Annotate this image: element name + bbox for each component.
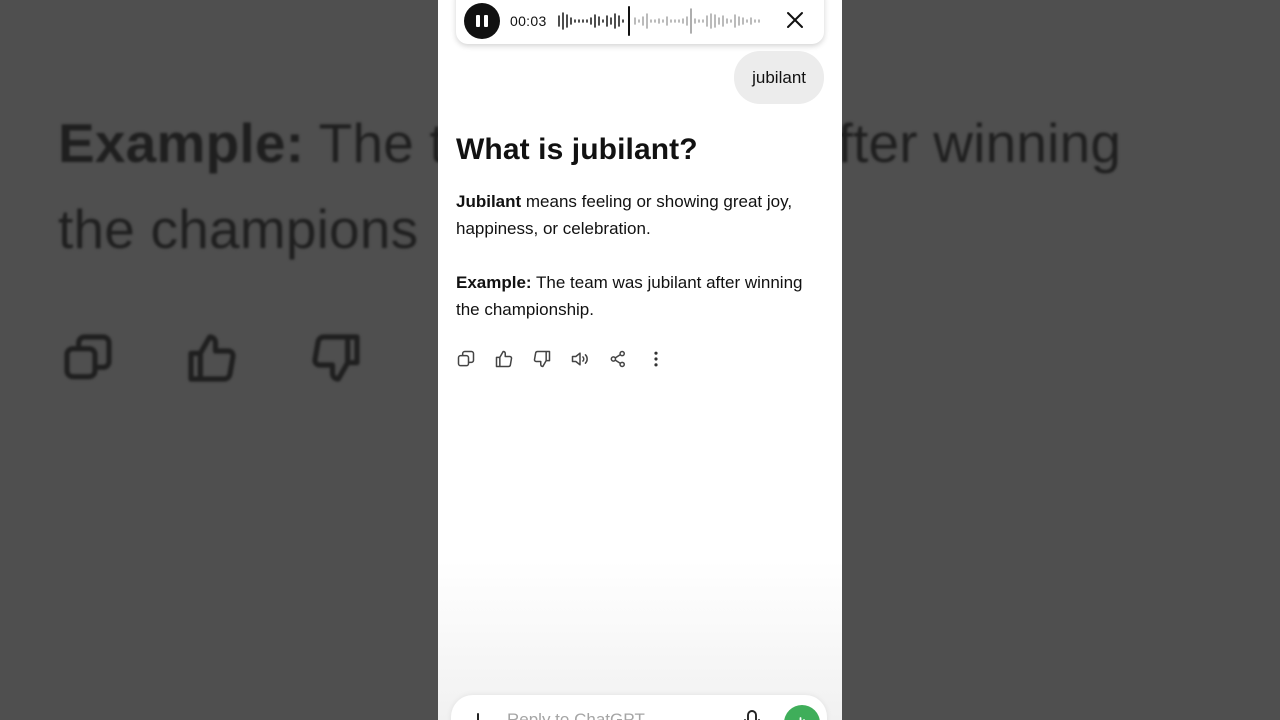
pause-icon[interactable] xyxy=(464,3,500,39)
thumbs-up-icon[interactable] xyxy=(494,348,514,370)
background-action-icons xyxy=(60,330,364,386)
user-message-bubble: jubilant xyxy=(734,51,824,104)
read-aloud-icon[interactable] xyxy=(570,348,590,370)
share-icon[interactable] xyxy=(608,348,628,370)
thumbs-down-icon[interactable] xyxy=(532,348,552,370)
background-thumbs-up-icon xyxy=(188,334,236,382)
background-thumbs-down-icon xyxy=(312,334,360,382)
background-example-label: Example: xyxy=(58,112,305,174)
voice-mode-icon xyxy=(799,717,805,720)
voice-recording-bar: 00:03 xyxy=(456,0,824,44)
microphone-icon[interactable] xyxy=(743,709,761,720)
waveform-icon xyxy=(557,6,760,36)
more-options-icon[interactable] xyxy=(646,348,666,370)
user-message-text: jubilant xyxy=(752,67,806,87)
background-example-text: The t xyxy=(304,112,445,174)
assistant-response: What is jubilant? Jubilant means feeling… xyxy=(456,128,828,323)
recording-timer: 00:03 xyxy=(510,13,547,29)
background-line-2: the champions xyxy=(58,198,419,260)
definition-paragraph: Jubilant means feeling or showing great … xyxy=(456,188,828,242)
message-input[interactable] xyxy=(505,709,729,720)
definition-term: Jubilant xyxy=(456,192,522,211)
example-paragraph: Example: The team was jubilant after win… xyxy=(456,269,828,323)
response-heading: What is jubilant? xyxy=(456,133,698,166)
close-icon[interactable] xyxy=(782,7,808,33)
copy-icon[interactable] xyxy=(456,348,476,370)
voice-mode-button[interactable] xyxy=(784,705,820,720)
background-copy-icon xyxy=(64,334,112,380)
response-action-bar xyxy=(456,348,666,370)
example-label: Example: xyxy=(456,273,532,292)
plus-icon[interactable] xyxy=(467,711,489,720)
message-composer xyxy=(451,695,827,720)
chat-screen: 00:03 jubilant What is jubilant? Jubilan… xyxy=(438,0,842,720)
